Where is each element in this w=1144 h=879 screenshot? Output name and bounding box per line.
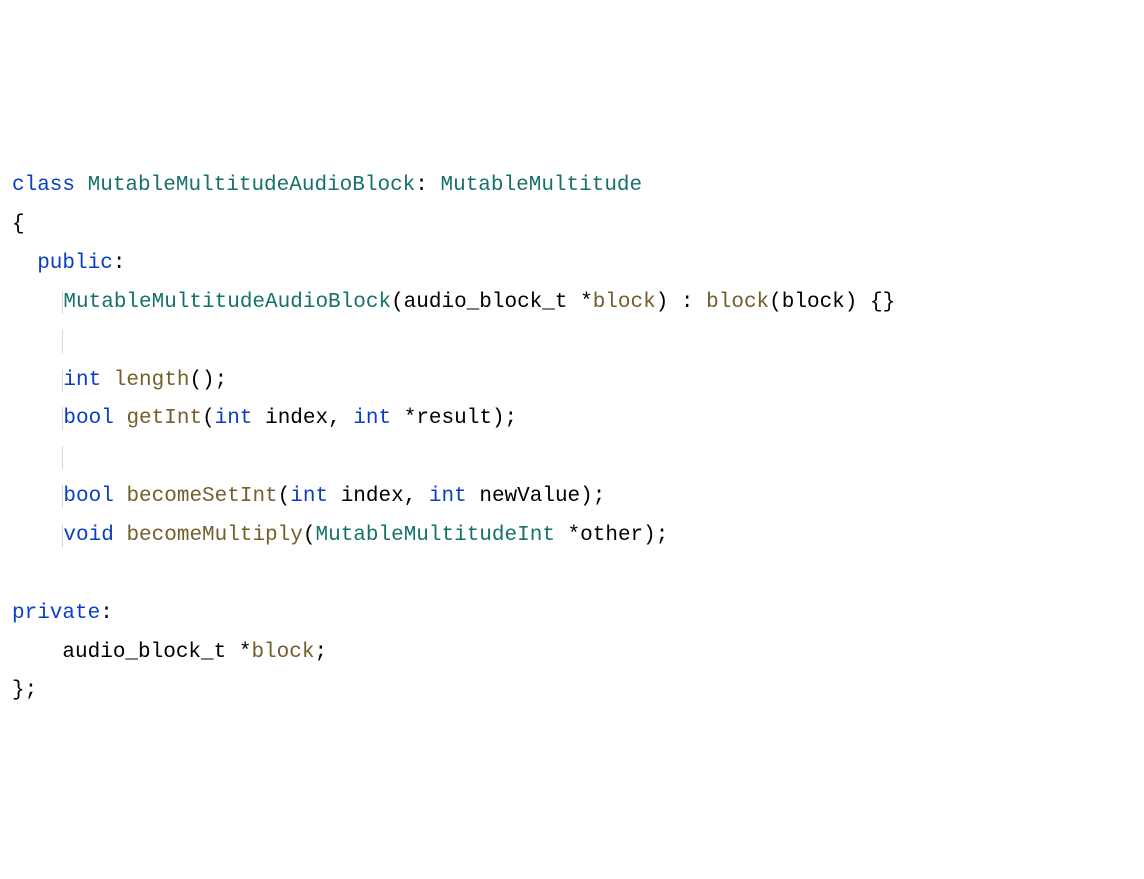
class-name: MutableMultitudeAudioBlock — [88, 174, 416, 197]
param-name: *result); — [391, 407, 517, 430]
param-type: int — [215, 407, 253, 430]
init: block — [706, 291, 769, 314]
fn-name: length — [114, 369, 190, 392]
fn-name: becomeMultiply — [126, 524, 302, 547]
punct: ( — [202, 407, 215, 430]
return-type: int — [63, 369, 101, 392]
code-line: bool becomeSetInt(int index, int newValu… — [62, 485, 605, 508]
punct: : — [415, 174, 440, 197]
return-type: bool — [63, 407, 113, 430]
code-line: class MutableMultitudeAudioBlock: Mutabl… — [12, 174, 642, 197]
param: block — [593, 291, 656, 314]
member-name: block — [251, 641, 314, 664]
keyword-class: class — [12, 174, 75, 197]
constructor-name: MutableMultitudeAudioBlock — [63, 291, 391, 314]
code-line: MutableMultitudeAudioBlock(audio_block_t… — [62, 291, 895, 314]
blank-line — [62, 446, 76, 469]
member-type: audio_block_t * — [62, 641, 251, 664]
param-type: MutableMultitudeInt — [315, 524, 554, 547]
access-public: public: — [37, 252, 125, 275]
code-line: int length(); — [62, 369, 227, 392]
brace-open: { — [12, 213, 25, 236]
fn-name: getInt — [126, 407, 202, 430]
punct: ( — [278, 485, 291, 508]
param-type: int — [353, 407, 391, 430]
punct: : — [100, 602, 113, 625]
return-type: bool — [63, 485, 113, 508]
code-line: audio_block_t *block; — [62, 641, 327, 664]
sig: (block) {} — [769, 291, 895, 314]
base-class: MutableMultitude — [441, 174, 643, 197]
sig: (audio_block_t * — [391, 291, 593, 314]
punct: ; — [314, 641, 327, 664]
param-type: int — [290, 485, 328, 508]
fn-name: becomeSetInt — [126, 485, 277, 508]
brace-close: }; — [12, 679, 37, 702]
sig: (); — [189, 369, 227, 392]
return-type: void — [63, 524, 113, 547]
param-name: newValue); — [467, 485, 606, 508]
punct: : — [113, 252, 126, 275]
code-line: bool getInt(int index, int *result); — [62, 407, 517, 430]
sig: ) : — [656, 291, 706, 314]
punct: ( — [303, 524, 316, 547]
param-name: *other); — [555, 524, 668, 547]
keyword-public: public — [37, 252, 113, 275]
access-private: private: — [12, 602, 113, 625]
param-name: index, — [252, 407, 353, 430]
code-line: void becomeMultiply(MutableMultitudeInt … — [62, 524, 668, 547]
blank-line — [62, 330, 76, 353]
param-name: index, — [328, 485, 429, 508]
param-type: int — [429, 485, 467, 508]
keyword-private: private — [12, 602, 100, 625]
